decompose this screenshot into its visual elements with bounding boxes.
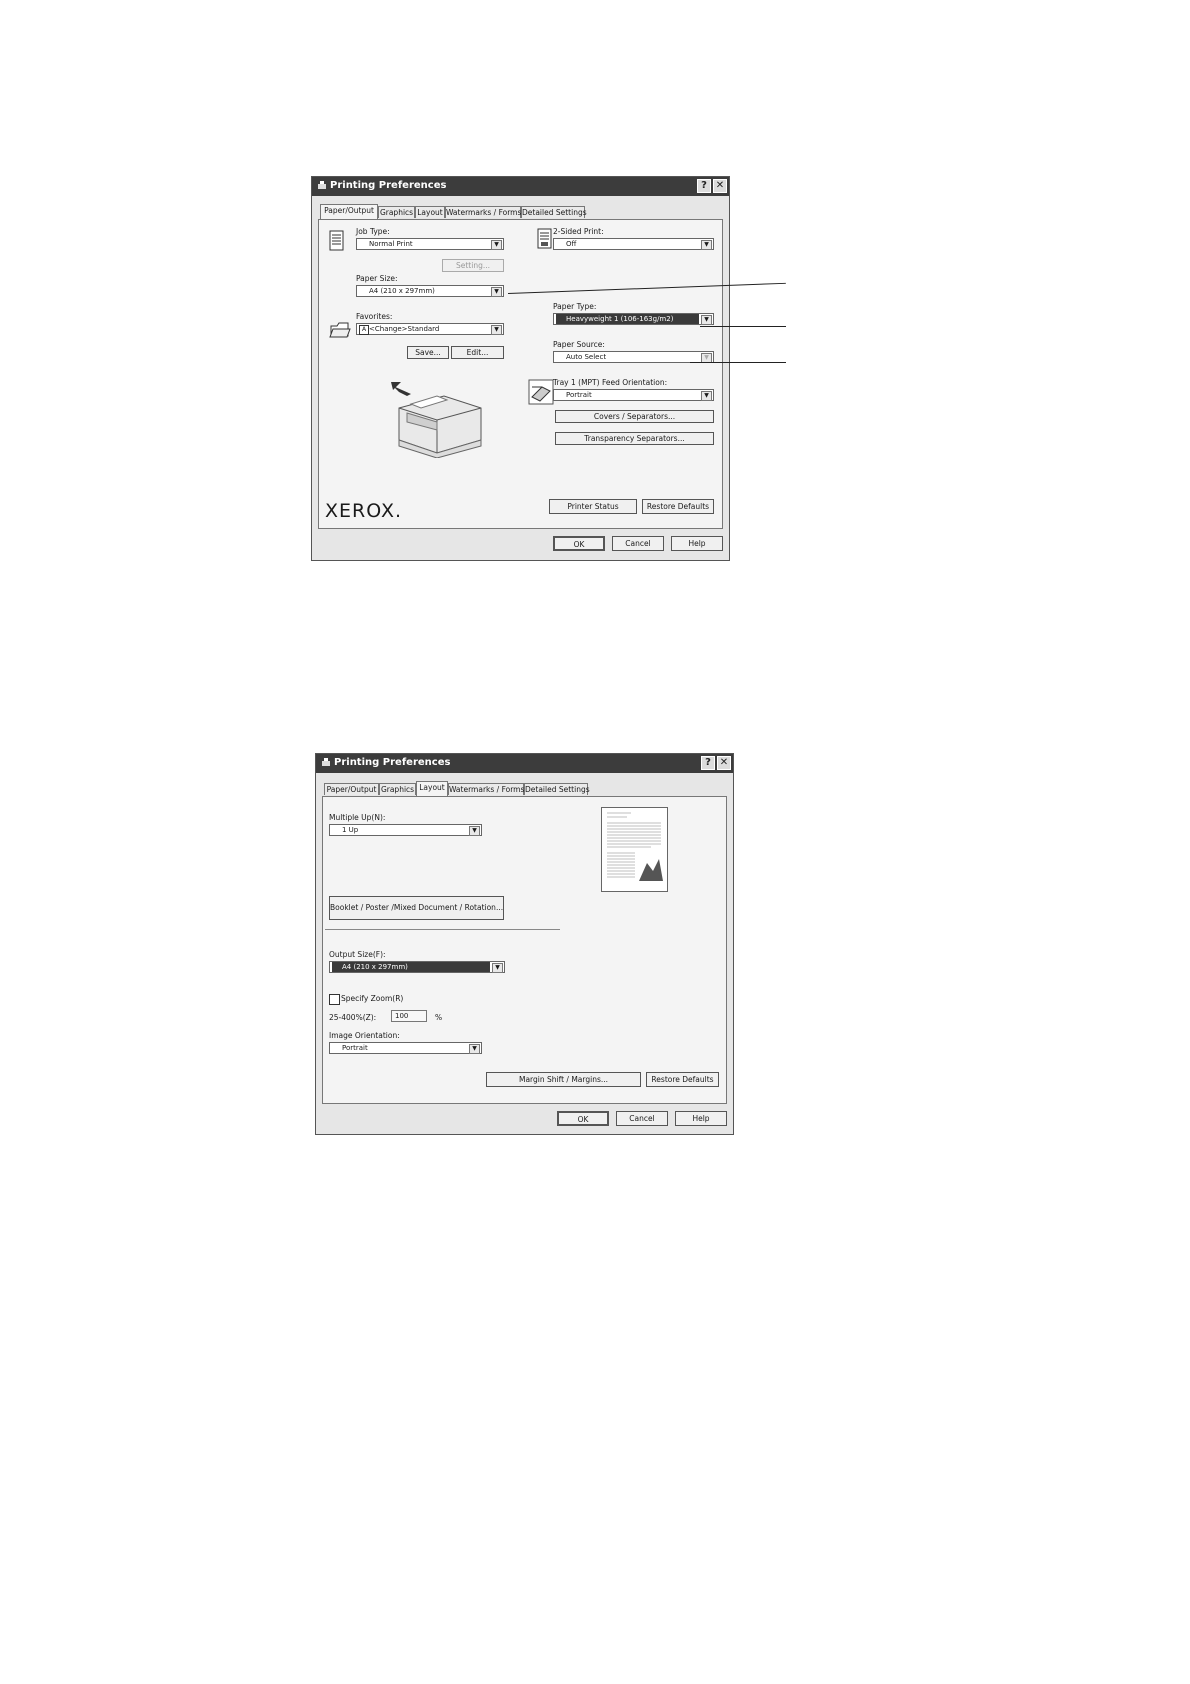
paper-size-label: Paper Size: <box>356 274 398 283</box>
tab-layout[interactable]: Layout <box>415 206 445 218</box>
job-type-select[interactable]: Normal Print ▼ <box>356 238 504 250</box>
multiple-up-label: Multiple Up(N): <box>329 813 386 822</box>
favorites-value: <Change>Standard <box>369 325 440 333</box>
paper-type-select[interactable]: Heavyweight 1 (106-163g/m2) ▼ <box>553 313 714 325</box>
page-preview-thumbnail <box>601 807 668 892</box>
restore-defaults-button[interactable]: Restore Defaults <box>646 1072 719 1087</box>
chevron-down-icon: ▼ <box>491 240 502 250</box>
job-type-icon <box>329 230 344 251</box>
tab-panel: Multiple Up(N): 1 Up ▼ Booklet / Poster … <box>322 796 727 1104</box>
orientation-value: Portrait <box>342 1044 368 1052</box>
two-sided-select[interactable]: Off ▼ <box>553 238 714 250</box>
help-button[interactable]: Help <box>671 536 723 551</box>
tab-detailed-settings[interactable]: Detailed Settings <box>524 783 590 795</box>
printer-icon <box>318 181 326 189</box>
multiple-up-value: 1 Up <box>342 826 359 834</box>
close-icon[interactable]: ✕ <box>713 179 727 193</box>
two-sided-label: 2-Sided Print: <box>553 227 604 236</box>
close-icon[interactable]: ✕ <box>717 756 731 770</box>
specify-zoom-checkbox[interactable] <box>329 994 340 1005</box>
chevron-down-icon: ▼ <box>491 287 502 297</box>
paper-size-select[interactable]: A4 (210 x 297mm) ▼ <box>356 285 504 297</box>
tab-layout[interactable]: Layout <box>416 781 448 796</box>
setting-button[interactable]: Setting... <box>442 259 504 272</box>
orientation-label: Image Orientation: <box>329 1031 400 1040</box>
cancel-button[interactable]: Cancel <box>616 1111 668 1126</box>
title-bar: Printing Preferences ? ✕ <box>312 177 729 196</box>
zoom-value: 100 <box>395 1012 409 1020</box>
output-size-value: A4 (210 x 297mm) <box>332 962 490 972</box>
callout-line-paper-source <box>690 362 786 363</box>
dialog-title: Printing Preferences <box>334 757 451 768</box>
tab-detailed-settings[interactable]: Detailed Settings <box>521 206 587 218</box>
tab-graphics[interactable]: Graphics <box>378 206 415 218</box>
cancel-button[interactable]: Cancel <box>612 536 664 551</box>
save-button[interactable]: Save... <box>407 346 449 359</box>
job-type-label: Job Type: <box>356 227 390 236</box>
ok-button[interactable]: OK <box>553 536 605 551</box>
printer-illustration-icon <box>391 382 482 458</box>
booklet-poster-button[interactable]: Booklet / Poster /Mixed Document / Rotat… <box>329 896 504 920</box>
two-sided-value: Off <box>566 240 577 248</box>
output-size-select[interactable]: A4 (210 x 297mm) ▼ <box>329 961 505 973</box>
printer-status-button[interactable]: Printer Status <box>549 499 637 514</box>
multiple-up-select[interactable]: 1 Up ▼ <box>329 824 482 836</box>
help-title-button[interactable]: ? <box>701 756 715 770</box>
printer-icon <box>322 758 330 766</box>
zoom-unit: % <box>435 1013 443 1022</box>
two-sided-print-icon <box>537 228 552 249</box>
restore-defaults-button[interactable]: Restore Defaults <box>642 499 714 514</box>
ok-button[interactable]: OK <box>557 1111 609 1126</box>
tray-orientation-label: Tray 1 (MPT) Feed Orientation: <box>553 378 668 387</box>
zoom-range-label: 25-400%(Z): <box>329 1013 377 1022</box>
favorites-label: Favorites: <box>356 312 393 321</box>
tray-feed-icon <box>528 379 554 405</box>
paper-size-value: A4 (210 x 297mm) <box>369 287 435 295</box>
paper-source-value: Auto Select <box>566 353 607 361</box>
section-divider <box>325 929 560 930</box>
tab-graphics[interactable]: Graphics <box>379 783 416 795</box>
folder-icon <box>329 322 351 338</box>
chevron-down-icon: ▼ <box>491 325 502 335</box>
xerox-logo: XEROX. <box>325 500 403 522</box>
paper-type-value: Heavyweight 1 (106-163g/m2) <box>556 314 699 324</box>
chevron-down-icon: ▼ <box>492 963 503 973</box>
margin-shift-button[interactable]: Margin Shift / Margins... <box>486 1072 641 1087</box>
printing-preferences-dialog-1: Printing Preferences ? ✕ Paper/Output Gr… <box>311 176 730 561</box>
help-title-button[interactable]: ? <box>697 179 711 193</box>
favorite-a-icon: A <box>359 325 369 335</box>
printing-preferences-dialog-2: Printing Preferences ? ✕ Paper/Output Gr… <box>315 753 734 1135</box>
tab-paper-output[interactable]: Paper/Output <box>320 204 378 219</box>
chevron-down-icon: ▼ <box>701 240 712 250</box>
tray-orientation-value: Portrait <box>566 391 592 399</box>
favorites-select[interactable]: A <Change>Standard ▼ <box>356 323 504 335</box>
paper-type-label: Paper Type: <box>553 302 597 311</box>
orientation-select[interactable]: Portrait ▼ <box>329 1042 482 1054</box>
chevron-down-icon: ▼ <box>701 391 712 401</box>
title-bar: Printing Preferences ? ✕ <box>316 754 733 773</box>
paper-source-label: Paper Source: <box>553 340 605 349</box>
tab-watermarks-forms[interactable]: Watermarks / Forms <box>448 783 524 795</box>
specify-zoom-label: Specify Zoom(R) <box>341 994 404 1003</box>
callout-line-paper-type <box>700 326 786 327</box>
edit-button[interactable]: Edit... <box>451 346 504 359</box>
chevron-down-icon: ▼ <box>469 1044 480 1054</box>
chevron-down-icon: ▼ <box>701 315 712 325</box>
tray-orientation-select[interactable]: Portrait ▼ <box>553 389 714 401</box>
zoom-input[interactable]: 100 <box>391 1010 427 1022</box>
covers-separators-button[interactable]: Covers / Separators... <box>555 410 714 423</box>
job-type-value: Normal Print <box>369 240 413 248</box>
dialog-title: Printing Preferences <box>330 180 447 191</box>
transparency-separators-button[interactable]: Transparency Separators... <box>555 432 714 445</box>
tab-watermarks-forms[interactable]: Watermarks / Forms <box>445 206 521 218</box>
tab-panel: Job Type: Normal Print ▼ Setting... Pape… <box>318 219 723 529</box>
output-size-label: Output Size(F): <box>329 950 386 959</box>
tab-paper-output[interactable]: Paper/Output <box>324 783 379 795</box>
help-button[interactable]: Help <box>675 1111 727 1126</box>
chevron-down-icon: ▼ <box>469 826 480 836</box>
